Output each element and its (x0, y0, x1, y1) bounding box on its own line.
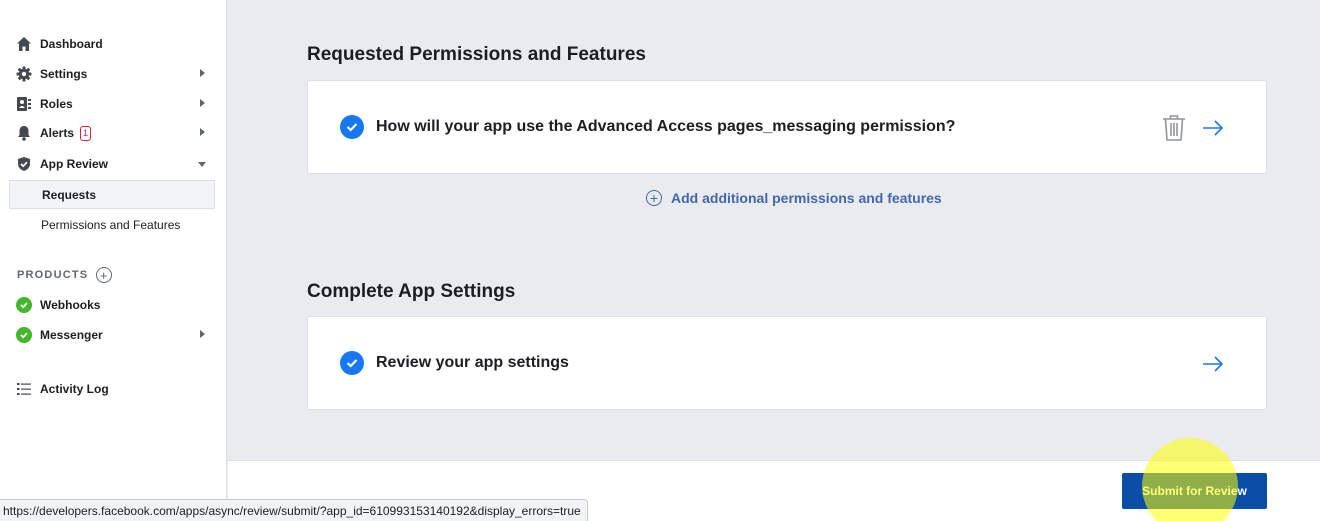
trash-icon[interactable] (1162, 114, 1186, 142)
app-settings-section-title: Complete App Settings (307, 281, 516, 302)
shield-icon (16, 156, 32, 172)
arrow-right-icon[interactable] (1202, 355, 1224, 373)
caret-down-icon (198, 162, 206, 167)
sidebar-item-settings[interactable]: Settings (9, 60, 215, 88)
products-label: PRODUCTS (17, 269, 89, 281)
products-section-label: PRODUCTS + (17, 267, 113, 283)
app-settings-text: Review your app settings (376, 354, 569, 371)
submit-for-review-button[interactable]: Submit for Review (1122, 473, 1267, 509)
caret-right-icon (200, 69, 205, 77)
sidebar-item-label: Activity Log (40, 382, 109, 396)
home-icon (16, 36, 32, 52)
sidebar-item-activity-log[interactable]: Activity Log (9, 375, 215, 403)
sidebar-item-app-review[interactable]: App Review (9, 150, 215, 178)
permissions-section-title: Requested Permissions and Features (307, 44, 646, 65)
sidebar: Dashboard Settings Roles Alerts 1 App Re… (0, 0, 227, 521)
sidebar-item-messenger[interactable]: Messenger (9, 321, 215, 349)
sidebar-item-label: Roles (40, 97, 73, 111)
sidebar-subitem-label: Permissions and Features (41, 217, 181, 232)
sidebar-subitem-permissions-features[interactable]: Permissions and Features (9, 210, 215, 239)
sidebar-item-label: App Review (40, 157, 109, 171)
arrow-right-icon[interactable] (1202, 119, 1224, 137)
caret-right-icon (200, 99, 205, 107)
gear-icon (16, 66, 32, 82)
list-icon (16, 381, 32, 397)
permission-question: How will your app use the Advanced Acces… (376, 118, 956, 135)
bell-icon (16, 125, 32, 141)
sidebar-item-webhooks[interactable]: Webhooks (9, 291, 215, 319)
sidebar-item-label: Alerts (40, 126, 75, 140)
status-bar-url: https://developers.facebook.com/apps/asy… (0, 499, 588, 521)
alert-count-badge: 1 (80, 125, 92, 141)
sidebar-item-label: Dashboard (40, 37, 103, 51)
plus-circle-icon: + (646, 190, 662, 206)
sidebar-item-roles[interactable]: Roles (9, 90, 215, 118)
add-product-icon[interactable]: + (96, 267, 113, 283)
add-permissions-link[interactable]: + Add additional permissions and feature… (646, 190, 942, 206)
sidebar-subitem-requests[interactable]: Requests (9, 180, 215, 209)
add-permissions-label: Add additional permissions and features (671, 190, 942, 206)
sidebar-item-label: Settings (40, 67, 88, 81)
check-circle-icon (16, 297, 32, 313)
permission-card[interactable]: How will your app use the Advanced Acces… (307, 80, 1267, 174)
sidebar-item-dashboard[interactable]: Dashboard (9, 30, 215, 58)
check-circle-icon (340, 115, 364, 139)
roles-icon (16, 96, 32, 112)
caret-right-icon (200, 128, 205, 136)
app-settings-card[interactable]: Review your app settings (307, 316, 1267, 410)
sidebar-item-alerts[interactable]: Alerts 1 (9, 119, 215, 147)
check-circle-icon (340, 351, 364, 375)
main-content: Requested Permissions and Features How w… (228, 0, 1320, 460)
check-circle-icon (16, 327, 32, 343)
sidebar-subitem-label: Requests (42, 187, 97, 202)
sidebar-item-label: Webhooks (40, 298, 101, 312)
sidebar-item-label: Messenger (40, 328, 103, 342)
caret-right-icon (200, 330, 205, 338)
